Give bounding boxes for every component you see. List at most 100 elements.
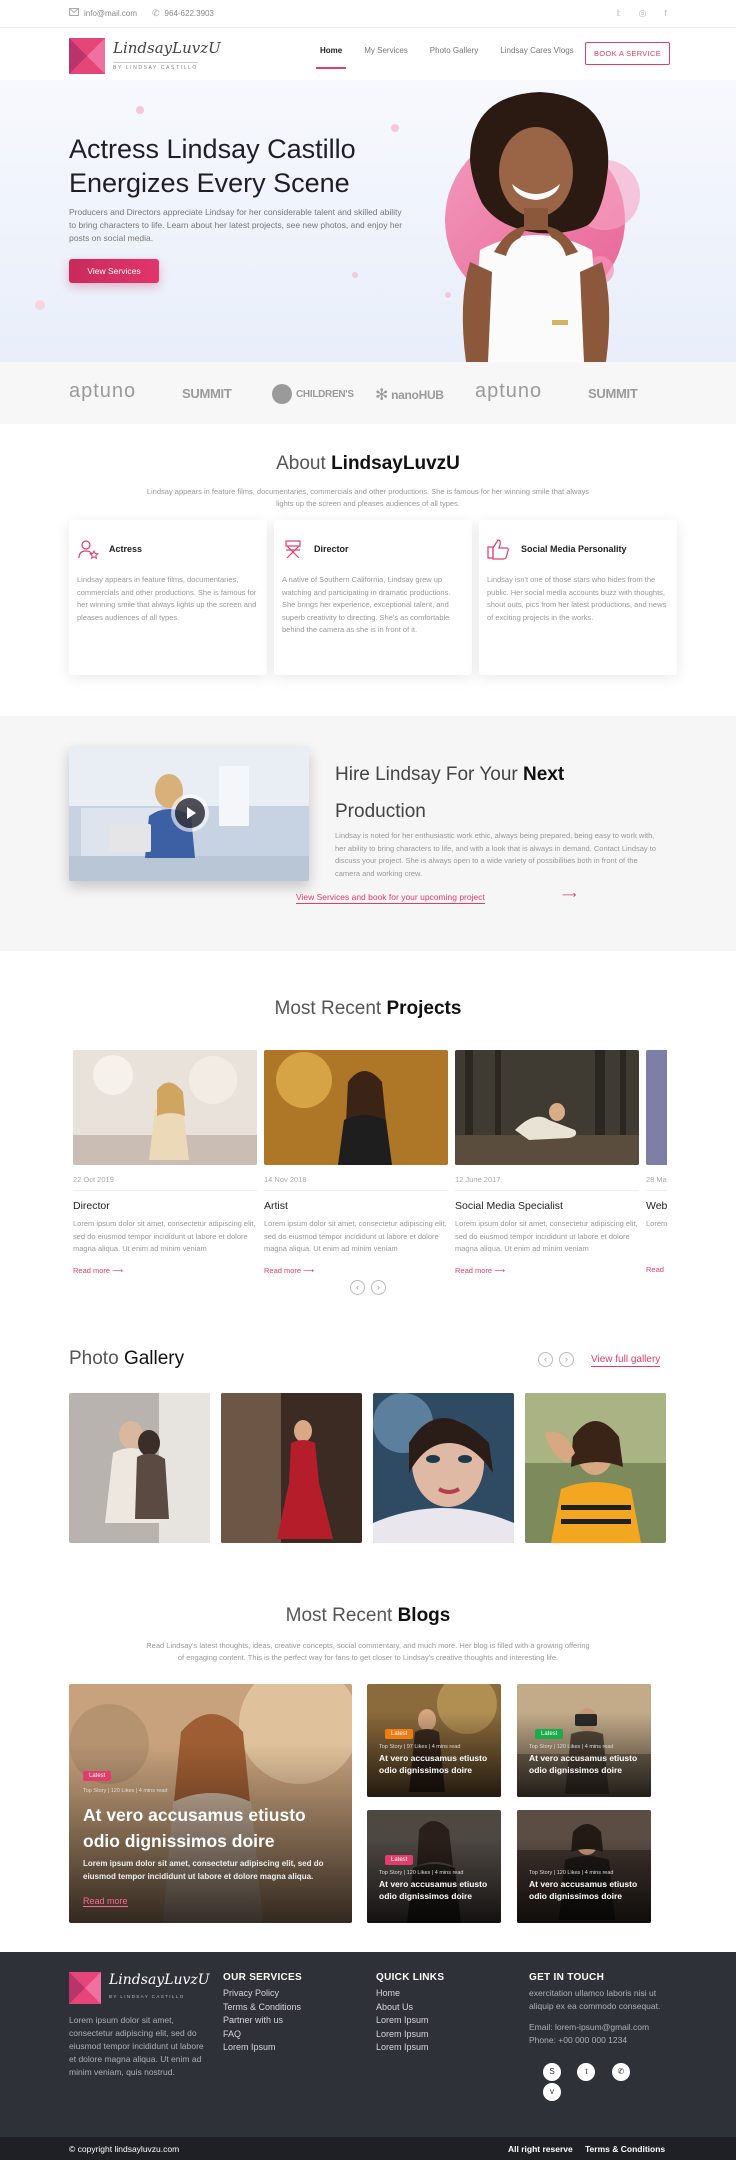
footer-email[interactable]: Email: lorem-ipsum@gmail.com (529, 2021, 669, 2034)
footer-services-head: OUR SERVICES (223, 1972, 302, 1983)
phone-icon: ✆ (152, 8, 160, 18)
hire-title-line2: Production (335, 801, 426, 822)
gallery-image[interactable] (373, 1393, 514, 1543)
blog-card[interactable]: Latest Top Story | 120 Likes | 4 mins re… (367, 1810, 501, 1923)
hero-portrait-image (445, 92, 640, 362)
project-card-partial[interactable]: 28 Ma Web Lorem Read (646, 1050, 667, 1280)
view-services-button[interactable]: View Services (69, 259, 159, 283)
vimeo-icon[interactable]: v (543, 2083, 561, 2101)
footer-link-lorem-2[interactable]: Lorem Ipsum (376, 2028, 506, 2042)
footer-link-partner[interactable]: Partner with us (223, 2014, 353, 2028)
site-logo[interactable]: LindsayLuvzU BY LINDSAY CASTILLO (69, 38, 221, 74)
top-phone-text: 964-622.3903 (164, 9, 214, 18)
footer-social: S t ✆ v (529, 2061, 669, 2101)
blog-meta: Top Story | 97 Likes | 4 mins read (379, 1744, 461, 1750)
terms-conditions-link[interactable]: Terms & Conditions (585, 2144, 665, 2154)
footer-logo-tagline: BY LINDSAY CASTILLO (109, 1994, 185, 1999)
facebook-icon[interactable]: f (664, 8, 667, 19)
copyright-bar: © copyright lindsayluvzu.com All right r… (0, 2137, 736, 2160)
project-read-more[interactable]: Read (646, 1265, 667, 1274)
view-full-gallery-link[interactable]: View full gallery (591, 1354, 661, 1367)
project-text: Lorem ipsum dolor sit amet, consectetur … (73, 1219, 256, 1253)
blog-card[interactable]: Latest Top Story | 97 Likes | 4 mins rea… (367, 1684, 501, 1797)
blog-card[interactable]: Top Story | 120 Likes | 4 mins read At v… (517, 1810, 651, 1923)
project-image (264, 1050, 448, 1165)
top-social: 𝕥 ◎ f (616, 8, 667, 19)
twitter-icon[interactable]: t (577, 2063, 596, 2081)
footer-link-faq[interactable]: FAQ (223, 2028, 353, 2042)
footer-link-about[interactable]: About Us (376, 2001, 506, 2015)
nanohub-logo-icon: ✻ (375, 387, 389, 404)
blog-featured[interactable]: Latest Top Story | 120 Likes | 4 mins re… (69, 1684, 352, 1923)
project-card[interactable]: 22 Oct 2019 Director Lorem ipsum dolor s… (73, 1050, 257, 1275)
blog-meta: Top Story | 120 Likes | 4 mins read (83, 1788, 168, 1794)
footer-phone[interactable]: Phone: +00 000 000 1234 (529, 2034, 669, 2047)
about-card-director: Director A native of Southern California… (274, 520, 472, 675)
project-card[interactable]: 12 June 2017 Social Media Specialist Lor… (455, 1050, 639, 1275)
footer-link-privacy[interactable]: Privacy Policy (223, 1987, 353, 2001)
footer-link-home[interactable]: Home (376, 1987, 506, 2001)
gallery-image[interactable] (69, 1393, 210, 1543)
nav-home[interactable]: Home (315, 46, 347, 69)
blogs-subtitle: Read Lindsay's latest thoughts, ideas, c… (146, 1641, 590, 1662)
read-more-label: Read more (73, 1265, 111, 1275)
whatsapp-icon[interactable]: ✆ (611, 2063, 630, 2081)
footer-link-terms[interactable]: Terms & Conditions (223, 2001, 353, 2015)
actress-icon (78, 540, 99, 560)
partner-logo-childrens: CHILDREN'S (272, 384, 354, 404)
footer-logo[interactable]: LindsayLuvzU BY LINDSAY CASTILLO (69, 1972, 210, 2006)
nav-my-services[interactable]: My Services (364, 46, 408, 69)
project-date: 28 Ma (646, 1175, 667, 1191)
play-button[interactable] (175, 798, 205, 828)
twitter-icon[interactable]: 𝕥 (616, 8, 620, 19)
footer-contact-head: GET IN TOUCH (529, 1972, 605, 1983)
footer-link-lorem-3[interactable]: Lorem Ipsum (376, 2041, 506, 2055)
gallery-prev-button[interactable]: ‹ (538, 1352, 553, 1367)
hire-video[interactable] (69, 746, 309, 881)
project-date: 14 Nov 2018 (264, 1175, 448, 1191)
gallery-next-button[interactable]: › (559, 1352, 574, 1367)
instagram-icon[interactable]: ◎ (639, 8, 647, 19)
nav-photo-gallery[interactable]: Photo Gallery (430, 46, 478, 69)
latest-badge: Latest (83, 1771, 112, 1781)
gallery-image[interactable] (221, 1393, 362, 1543)
book-service-button[interactable]: BOOK A SERVICE (585, 42, 671, 65)
project-text: Lorem ipsum dolor sit amet, consectetur … (455, 1219, 638, 1253)
footer-link-lorem-1[interactable]: Lorem Ipsum (376, 2014, 506, 2028)
gallery-image[interactable] (525, 1393, 666, 1543)
blog-featured-read-more[interactable]: Read more (83, 1896, 128, 1907)
skype-icon[interactable]: S (543, 2063, 561, 2081)
blog-title: At vero accusamus etiusto odio dignissim… (529, 1753, 638, 1775)
projects-next-button[interactable]: › (371, 1280, 386, 1295)
logo-script: LindsayLuvzU (113, 39, 221, 57)
blog-overlay (367, 1684, 501, 1797)
blogs-title-bold: Blogs (397, 1605, 451, 1626)
project-image (646, 1050, 667, 1165)
about-title-light: About (276, 453, 332, 474)
mail-icon (69, 8, 79, 18)
project-read-more[interactable]: Read more ⟶ (264, 1266, 448, 1275)
view-services-link[interactable]: View Services and book for your upcoming… (296, 892, 485, 904)
project-read-more[interactable]: Read more ⟶ (73, 1266, 257, 1275)
blogs-title-light: Most Recent (285, 1605, 398, 1626)
gallery-title-light: Photo (69, 1348, 124, 1369)
footer-links-head: QUICK LINKS (376, 1972, 445, 1983)
footer-link-lorem[interactable]: Lorem Ipsum (223, 2041, 353, 2055)
blog-card[interactable]: Latest Top Story | 120 Likes | 4 mins re… (517, 1684, 651, 1797)
hire-section: Hire Lindsay For Your Next Production Li… (0, 716, 736, 951)
card-title: Director (314, 544, 349, 554)
about-card-social: Social Media Personality Lindsay isn't o… (479, 520, 677, 675)
project-title: Social Media Specialist (455, 1200, 563, 1212)
partner-logo-aptuno-2: aptuno (475, 380, 543, 402)
projects-title-light: Most Recent (274, 998, 387, 1019)
top-phone[interactable]: ✆ 964-622.3903 (152, 8, 214, 19)
project-card[interactable]: 14 Nov 2018 Artist Lorem ipsum dolor sit… (264, 1050, 448, 1275)
all-rights-link[interactable]: All right reserve (508, 2144, 573, 2154)
nav-vlogs[interactable]: Lindsay Cares Vlogs (500, 46, 573, 69)
top-email[interactable]: info@mail.com (69, 8, 137, 18)
project-read-more[interactable]: Read more ⟶ (455, 1266, 639, 1275)
blog-featured-title: At vero accusamus etiusto odio dignissim… (83, 1805, 306, 1851)
blog-overlay (517, 1810, 651, 1923)
projects-prev-button[interactable]: ‹ (350, 1280, 365, 1295)
project-title: Web (646, 1200, 667, 1212)
